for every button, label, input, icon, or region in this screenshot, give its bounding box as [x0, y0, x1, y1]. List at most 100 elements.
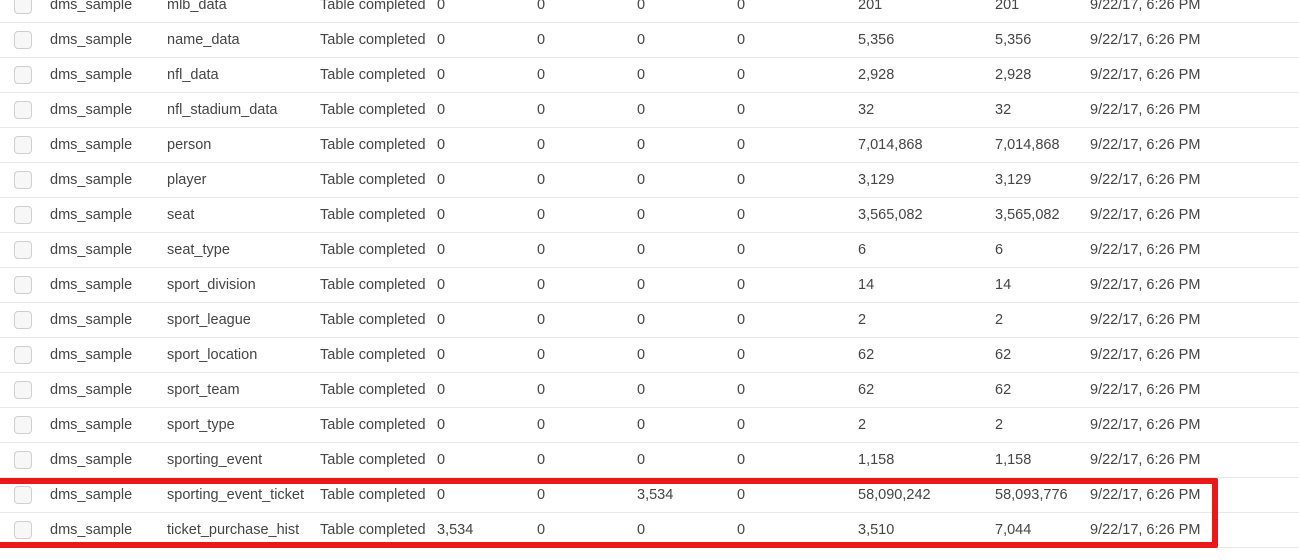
cell-total-rows: 3,129 — [995, 172, 1032, 188]
row-select-cell — [0, 486, 50, 504]
table-row[interactable]: dms_sample sporting_event_ticket Table com… — [0, 478, 1299, 513]
cell-table-name: sport_division — [167, 277, 256, 293]
cell-deletes: 0 — [637, 0, 646, 13]
row-select-cell — [0, 416, 50, 434]
cell-ddls: 0 — [737, 207, 746, 223]
row-select-cell — [0, 206, 50, 224]
cell-ddls: 0 — [737, 67, 746, 83]
cell-table-name: sport_type — [167, 417, 235, 433]
cell-inserts: 0 — [437, 312, 446, 328]
cell-schema: dms_sample — [50, 0, 133, 13]
cell-inserts: 0 — [437, 207, 446, 223]
cell-table-name: name_data — [167, 32, 240, 48]
cell-schema: dms_sample — [50, 172, 133, 188]
row-checkbox[interactable] — [14, 66, 32, 84]
row-checkbox[interactable] — [14, 171, 32, 189]
row-checkbox[interactable] — [14, 241, 32, 259]
table-row[interactable]: dms_sample nfl_data Table completed 0 0 0 0 2,9… — [0, 58, 1299, 93]
row-checkbox[interactable] — [14, 381, 32, 399]
cell-status: Table completed — [320, 67, 426, 83]
cell-schema: dms_sample — [50, 67, 133, 83]
table-row[interactable]: dms_sample nfl_stadium_data Table complete… — [0, 93, 1299, 128]
table-row[interactable]: dms_sample sport_type Table completed 0 0 0 0 2… — [0, 408, 1299, 443]
table-row[interactable]: dms_sample player Table completed 0 0 0 0 3,129… — [0, 163, 1299, 198]
cell-last-updated: 9/22/17, 6:26 PM — [1090, 32, 1201, 48]
cell-last-updated: 9/22/17, 6:26 PM — [1090, 207, 1201, 223]
cell-ddls: 0 — [737, 277, 746, 293]
cell-updates: 0 — [537, 487, 546, 503]
cell-total-rows: 2 — [995, 312, 1004, 328]
cell-ddls: 0 — [737, 242, 746, 258]
cell-last-updated: 9/22/17, 6:26 PM — [1090, 137, 1201, 153]
cell-total-rows: 201 — [995, 0, 1020, 13]
row-select-cell — [0, 31, 50, 49]
cell-table-name: sport_location — [167, 347, 258, 363]
cell-ddls: 0 — [737, 522, 746, 538]
row-checkbox[interactable] — [14, 416, 32, 434]
row-select-cell — [0, 101, 50, 119]
row-checkbox[interactable] — [14, 101, 32, 119]
cell-ddls: 0 — [737, 137, 746, 153]
cell-schema: dms_sample — [50, 312, 133, 328]
cell-deletes: 0 — [637, 277, 646, 293]
table-row[interactable]: dms_sample ticket_purchase_hist Table comp… — [0, 513, 1299, 548]
cell-deletes: 0 — [637, 32, 646, 48]
row-checkbox[interactable] — [14, 521, 32, 539]
row-checkbox[interactable] — [14, 346, 32, 364]
cell-last-updated: 9/22/17, 6:26 PM — [1090, 67, 1201, 83]
row-checkbox[interactable] — [14, 0, 32, 14]
cell-table-name: seat — [167, 207, 195, 223]
cell-table-name: sporting_event_ticket — [167, 487, 305, 503]
cell-inserts: 0 — [437, 137, 446, 153]
table-row[interactable]: dms_sample name_data Table completed 0 0 0 0 5,… — [0, 23, 1299, 58]
cell-last-updated: 9/22/17, 6:26 PM — [1090, 382, 1201, 398]
cell-inserts: 0 — [437, 0, 446, 13]
cell-updates: 0 — [537, 312, 546, 328]
row-checkbox[interactable] — [14, 31, 32, 49]
cell-updates: 0 — [537, 137, 546, 153]
cell-updates: 0 — [537, 347, 546, 363]
cell-updates: 0 — [537, 417, 546, 433]
cell-status: Table completed — [320, 347, 426, 363]
cell-updates: 0 — [537, 67, 546, 83]
row-checkbox[interactable] — [14, 276, 32, 294]
cell-status: Table completed — [320, 242, 426, 258]
table-row[interactable]: dms_sample sport_team Table completed 0 0 0 0 6… — [0, 373, 1299, 408]
cell-schema: dms_sample — [50, 487, 133, 503]
cell-ddls: 0 — [737, 417, 746, 433]
row-checkbox[interactable] — [14, 206, 32, 224]
cell-total-rows: 7,044 — [995, 522, 1032, 538]
table-row[interactable]: dms_sample sport_league Table completed 0 0 0… — [0, 303, 1299, 338]
cell-updates: 0 — [537, 242, 546, 258]
cell-ddls: 0 — [737, 172, 746, 188]
cell-schema: dms_sample — [50, 382, 133, 398]
cell-full-load: 58,090,242 — [858, 487, 931, 503]
row-checkbox[interactable] — [14, 136, 32, 154]
cell-last-updated: 9/22/17, 6:26 PM — [1090, 277, 1201, 293]
table-row[interactable]: dms_sample seat Table completed 0 0 0 0 3,565,0… — [0, 198, 1299, 233]
table-row[interactable]: dms_sample sporting_event Table completed 0… — [0, 443, 1299, 478]
table-statistics-viewport[interactable]: dms_sample mlb_data Table completed 0 0 0 0 201… — [0, 0, 1299, 560]
table-row[interactable] — [0, 548, 1299, 560]
row-select-cell — [0, 346, 50, 364]
cell-last-updated: 9/22/17, 6:26 PM — [1090, 172, 1201, 188]
cell-table-name: seat_type — [167, 242, 230, 258]
table-row[interactable]: dms_sample mlb_data Table completed 0 0 0 0 201… — [0, 0, 1299, 23]
cell-ddls: 0 — [737, 312, 746, 328]
cell-deletes: 0 — [637, 522, 646, 538]
table-row[interactable]: dms_sample person Table completed 0 0 0 0 7,014… — [0, 128, 1299, 163]
row-checkbox[interactable] — [14, 486, 32, 504]
cell-inserts: 0 — [437, 242, 446, 258]
table-row[interactable]: dms_sample sport_location Table completed 0… — [0, 338, 1299, 373]
cell-full-load: 201 — [858, 0, 883, 13]
row-select-cell — [0, 311, 50, 329]
cell-last-updated: 9/22/17, 6:26 PM — [1090, 102, 1201, 118]
row-checkbox[interactable] — [14, 451, 32, 469]
cell-full-load: 3,129 — [858, 172, 895, 188]
table-row[interactable]: dms_sample sport_division Table completed 0… — [0, 268, 1299, 303]
cell-inserts: 3,534 — [437, 522, 474, 538]
row-select-cell — [0, 66, 50, 84]
table-row[interactable]: dms_sample seat_type Table completed 0 0 0 0 6 6… — [0, 233, 1299, 268]
row-checkbox[interactable] — [14, 311, 32, 329]
cell-status: Table completed — [320, 487, 426, 503]
